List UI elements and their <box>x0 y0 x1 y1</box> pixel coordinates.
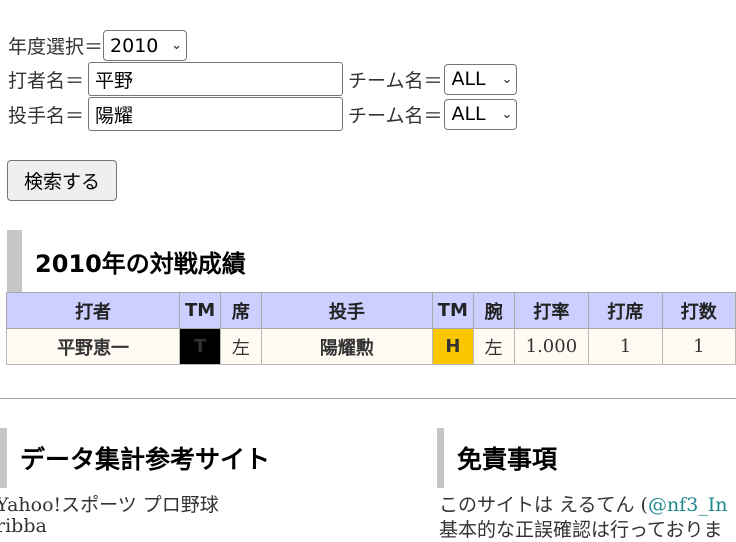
batting-average: 1.000 <box>513 328 590 365</box>
disclaimer-prefix: このサイトは えるてん ( <box>439 494 648 516</box>
header-pitcher: 投手 <box>260 292 433 329</box>
header-batter-tm: TM <box>179 292 222 329</box>
year-label: 年度選択＝ <box>8 36 104 58</box>
pitcher-team-label: チーム名＝ <box>348 104 443 127</box>
batter-team-value: ALL <box>451 68 486 90</box>
pitcher-team-badge: H <box>431 328 474 365</box>
header-pitcher-tm: TM <box>431 292 474 329</box>
header-avg: 打率 <box>513 292 590 329</box>
header-ab: 打数 <box>661 292 736 329</box>
header-batter: 打者 <box>5 292 181 329</box>
yahoo-sports-link[interactable]: Yahoo!スポーツ プロ野球 <box>0 490 219 517</box>
chevron-down-icon: ⌄ <box>501 71 513 87</box>
results-title: 2010年の対戦成績 <box>7 230 307 292</box>
batter-team-select[interactable]: ALL ⌄ <box>444 63 518 95</box>
disclaimer-text: このサイトは えるてん (@nf3_In <box>439 490 728 517</box>
disclaimer-line2: 基本的な正誤確認は行っておりま <box>439 519 723 541</box>
batter-label: 打者名＝ <box>8 69 85 92</box>
reference-sites-title: データ集計参考サイト <box>0 428 300 488</box>
table-row: 平野恵一 T 左 陽耀勲 H 左 1.000 1 1 <box>5 328 736 365</box>
plate-appearances: 1 <box>588 328 663 365</box>
batter-team-label: チーム名＝ <box>348 69 443 92</box>
pitcher-arm: 左 <box>472 328 515 365</box>
header-seat: 席 <box>220 292 262 329</box>
pitcher-name-link[interactable]: 陽耀勲 <box>260 328 433 365</box>
batter-seat: 左 <box>220 328 262 365</box>
year-select[interactable]: 2010 ⌄ <box>103 30 188 61</box>
search-button[interactable]: 検索する <box>7 160 117 201</box>
year-select-value: 2010 <box>110 34 159 57</box>
author-handle-link[interactable]: @nf3_In <box>648 494 728 516</box>
pitcher-name-input[interactable] <box>88 97 344 131</box>
divider <box>0 398 736 399</box>
table-header-row: 打者 TM 席 投手 TM 腕 打率 打席 打数 <box>5 292 736 329</box>
chevron-down-icon: ⌄ <box>501 106 513 122</box>
batter-name-link[interactable]: 平野恵一 <box>5 328 181 365</box>
disclaimer-title: 免責事項 <box>437 428 736 488</box>
header-arm: 腕 <box>472 292 515 329</box>
results-table: 打者 TM 席 投手 TM 腕 打率 打席 打数 平野恵一 T 左 陽耀勲 H … <box>5 292 736 365</box>
year-row: 年度選択＝ 2010 ⌄ <box>8 30 188 61</box>
at-bats: 1 <box>661 328 736 365</box>
batter-team-badge: T <box>179 328 222 365</box>
batter-name-input[interactable] <box>88 62 344 96</box>
pitcher-row: 投手名＝ チーム名＝ ALL ⌄ <box>8 97 518 131</box>
pitcher-label: 投手名＝ <box>8 104 85 127</box>
second-reference-link[interactable]: ribba <box>0 515 47 537</box>
batter-row: 打者名＝ チーム名＝ ALL ⌄ <box>8 62 518 96</box>
pitcher-team-select[interactable]: ALL ⌄ <box>444 98 518 130</box>
chevron-down-icon: ⌄ <box>171 38 183 53</box>
pitcher-team-value: ALL <box>451 103 486 125</box>
header-pa: 打席 <box>588 292 663 329</box>
